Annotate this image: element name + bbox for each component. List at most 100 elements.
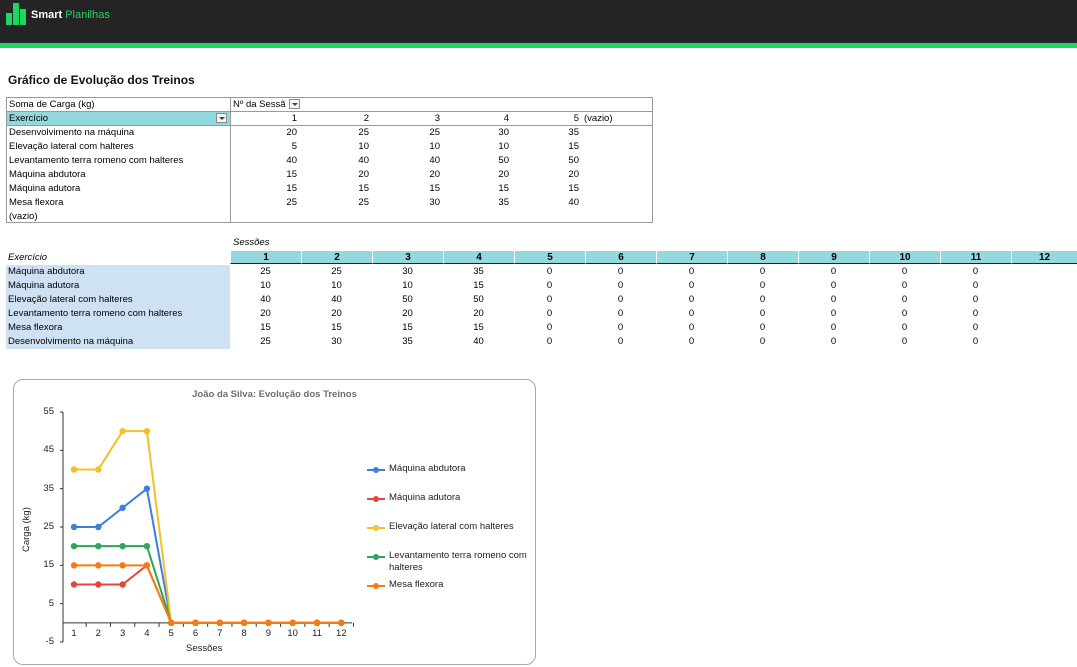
session-value: 0 [901,294,908,305]
pivot-column-field: Nº da Sessã [233,99,286,110]
session-header: 9 [798,251,869,264]
pivot-cell-value: 15 [568,141,579,152]
pivot-value-label: Soma de Carga (kg) [9,99,95,110]
session-value: 15 [331,322,342,333]
session-value: 0 [617,308,624,319]
series-point [95,542,102,550]
session-value: 0 [688,322,695,333]
session-value: 0 [901,280,908,291]
pivot-cell-value: 15 [429,183,440,194]
series-point [216,619,223,627]
session-value: 15 [473,280,484,291]
series-point [289,619,296,627]
pivot-cell-value: 25 [429,127,440,138]
pivot-cell-value: 10 [358,141,369,152]
pivot-column-header: 5 [573,113,579,124]
session-value: 0 [617,336,624,347]
exercise-row-label: Levantamento terra romeno com halteres [6,307,230,321]
session-value: 0 [972,322,979,333]
session-value: 40 [473,336,484,347]
series-line [74,564,342,624]
page-title: Gráfico de Evolução dos Treinos [8,73,195,87]
session-value: 40 [331,294,342,305]
pivot-cell-value: 25 [358,127,369,138]
series-point [119,504,126,512]
session-value: 0 [901,308,908,319]
session-value: 0 [972,336,979,347]
pivot-cell-value: 30 [498,127,509,138]
pivot-row-label: Máquina abdutora [9,169,86,180]
x-tick-label: 9 [265,627,272,639]
pivot-cell-value [277,210,297,224]
session-value: 15 [402,322,413,333]
series-point [119,581,126,588]
series-point [70,581,78,588]
pivot-cell-value: 15 [498,183,509,194]
pivot-row-label: Elevação lateral com halteres [9,141,134,152]
pivot-row-label: (vazio) [9,211,38,222]
pivot-divider [230,98,231,222]
column-filter-dropdown-icon[interactable] [289,99,300,109]
series-point [119,427,126,435]
session-value: 40 [260,294,271,305]
session-value: 15 [260,322,271,333]
series-point [168,619,175,627]
exercise-caption: Exercício [8,252,48,263]
session-value: 0 [759,280,766,291]
series-point [265,619,272,627]
legend-swatch-marker [373,467,379,473]
pivot-cell-value: 20 [568,169,579,180]
pivot-cell-value: 20 [358,169,369,180]
pivot-cell-value: 50 [498,155,509,166]
y-tick-label: -5 [45,636,54,647]
row-filter-dropdown-icon[interactable] [216,113,227,123]
session-value: 10 [260,280,271,291]
legend-swatch-marker [373,583,379,589]
legend-label: Máquina adutora [389,492,461,503]
series-point [70,562,78,569]
session-value: 0 [688,266,695,277]
session-value: 0 [972,294,979,305]
session-header: 4 [443,251,514,264]
brand-subtext: Planilhas [65,9,110,21]
series-point [338,619,345,627]
session-value: 0 [688,336,695,347]
x-tick-label: 12 [336,627,347,639]
x-tick-label: 2 [95,627,101,639]
series-point [143,562,151,569]
pivot-cell-value: 25 [358,197,369,208]
x-tick-label: 6 [192,627,199,639]
pivot-row-label: Máquina adutora [9,183,81,194]
x-tick-label: 5 [168,627,174,639]
session-value: 0 [617,294,624,305]
session-value: 0 [901,266,908,277]
session-value: 0 [688,294,695,305]
pivot-cell-value: 35 [498,197,509,208]
session-value: 0 [546,322,553,333]
pivot-cell-value: 20 [498,169,509,180]
pivot-cell-value: 10 [498,141,509,152]
legend-label: Levantamento terra romeno com halteres [389,550,527,573]
series-line [74,486,342,624]
session-value: 0 [546,308,553,319]
session-value: 20 [402,308,413,319]
y-axis-label: Carga (kg) [21,507,32,552]
session-header: 6 [585,251,656,264]
series-point [119,542,126,550]
session-value: 0 [830,266,837,277]
pivot-column-header: 2 [363,113,369,124]
session-value: 0 [759,266,766,277]
session-value: 0 [617,280,624,291]
session-value: 0 [546,266,553,277]
x-tick-label: 8 [241,627,247,639]
session-header: 3 [372,251,443,264]
brand-name[interactable]: Smart Planilhas [31,9,110,21]
session-value: 30 [402,266,413,277]
evolution-chart[interactable]: João da Silva: Evolução dos Treinos -5 5 1… [13,379,536,665]
series-point [70,523,78,531]
series-point [313,619,321,627]
session-value: 0 [546,336,553,347]
session-value: 0 [759,294,766,305]
pivot-cell-value: 40 [358,155,369,166]
pivot-cell-value: 15 [568,183,579,194]
